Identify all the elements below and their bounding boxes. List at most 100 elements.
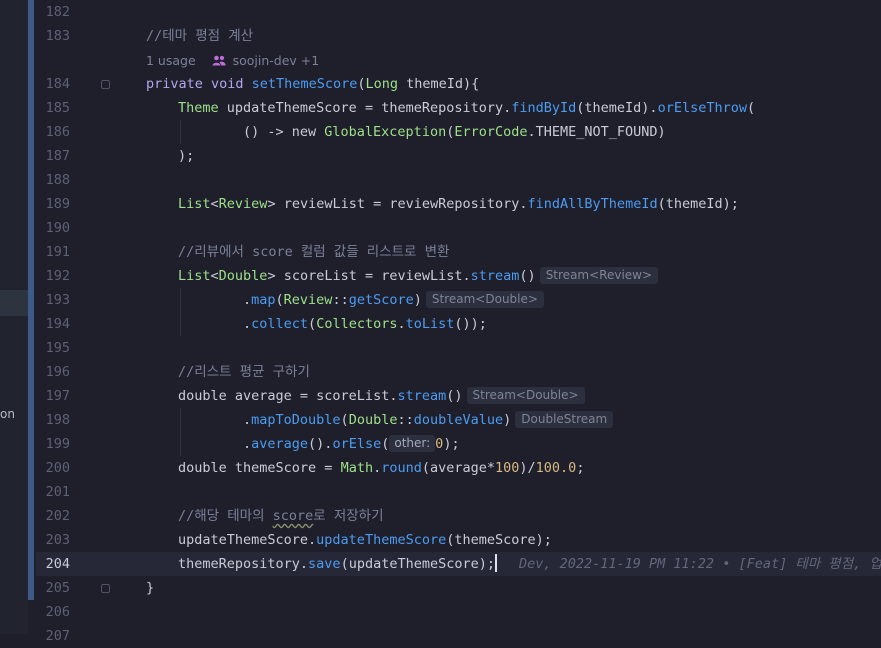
code-comment-line[interactable]: //리스트 평균 구하기 [178,360,310,384]
code-token: . [243,412,252,428]
code-line[interactable]: } [146,576,154,600]
code-token: > reviewList = reviewRepository. [267,196,528,212]
code-token: (themeId). [576,100,658,116]
code-comment-line[interactable]: //리뷰에서 score 컬럼 값들 리스트로 변환 [178,240,449,264]
code-token: .THEME_NOT_FOUND) [527,124,666,140]
usage-hint[interactable]: 1 usage soojin-dev +1 [146,50,319,72]
line-number: 186 [45,124,70,140]
code-token: () [446,388,463,404]
usage-count[interactable]: 1 usage [146,53,196,68]
line-number: 182 [45,4,70,20]
line-number: 199 [45,436,70,452]
code-line[interactable]: List<Double> scoreList = reviewList.stre… [178,264,659,288]
type-hint: DoubleStream [515,411,614,428]
code-token: map [251,292,276,308]
project-panel: on [0,0,34,634]
code-token: 100 [495,460,520,476]
code-token: :: [332,292,349,308]
line-number: 192 [45,268,70,284]
code-token: orElseThrow [657,100,747,116]
code-token: . [373,460,382,476]
code-token: findAllByThemeId [527,196,658,212]
code-line[interactable]: Theme updateThemeScore = themeRepository… [178,96,755,120]
code-token: :: [397,412,414,428]
code-token: (themeId); [657,196,739,212]
code-token: double average = scoreList. [178,388,398,404]
code-token: ( [340,412,349,428]
code-line[interactable]: double average = scoreList.stream() Strea… [178,384,585,408]
code-token: . [243,316,252,332]
code-line[interactable]: () -> new GlobalException(ErrorCode.THEM… [243,120,666,144]
code-line[interactable]: .mapToDouble(Double::doubleValue) DoubleS… [243,408,614,432]
code-line[interactable]: ); [178,144,194,168]
code-token: setThemeScore [251,76,358,92]
code-token: ( [381,436,390,452]
code-token: double themeScore = [178,460,341,476]
code-token: updateThemeScore. [178,532,317,548]
code-token: toList [405,316,455,332]
code-token: List [178,196,211,212]
code-token: () [519,268,536,284]
code-token: average [251,436,309,452]
code-token: ( [275,292,284,308]
fold-toggle-icon[interactable] [101,80,110,89]
code-token: ); [443,436,460,452]
code-line[interactable]: .average().orElse(other: 0); [243,432,460,456]
code-comment-line[interactable]: //해당 테마의 score로 저장하기 [178,504,384,528]
code-comment-line[interactable]: //테마 평점 계산 [146,24,253,48]
git-blame-annotation[interactable]: Dev, 2022-11-19 PM 11:22 • [Feat] 테마 평점,… [519,556,881,572]
fold-toggle-icon[interactable] [101,584,110,593]
code-token: //해당 테마의 [178,508,273,524]
line-number: 205 [45,580,70,596]
code-token: > scoreList = reviewList. [267,268,471,284]
line-number: 191 [45,244,70,260]
code-line[interactable]: List<Review> reviewList = reviewReposito… [178,192,739,216]
line-number: 200 [45,460,70,476]
typo-squiggle[interactable]: score [273,508,314,524]
code-token: ( [746,100,756,116]
text-caret [495,554,497,572]
line-number: 206 [45,604,70,620]
line-number: 195 [45,340,70,356]
code-token: () -> new [243,124,325,140]
code-token: ) [413,292,422,308]
code-token: stream [397,388,447,404]
line-number: 198 [45,412,70,428]
project-item-fragment[interactable]: on [0,407,15,421]
code-token: ()); [454,316,487,332]
line-number: 189 [45,196,70,212]
line-number: 197 [45,388,70,404]
code-token: Collectors [316,316,398,332]
code-token: collect [251,316,309,332]
panel-scrollbar[interactable] [28,0,34,600]
code-token: round [381,460,422,476]
project-selected-row[interactable] [0,290,28,316]
line-number: 184 [45,76,70,92]
code-token: Double [348,412,398,428]
code-line[interactable]: private void setThemeScore(Long themeId)… [146,72,479,96]
code-token: . [397,316,406,332]
code-token: )/ [519,460,536,476]
code-line[interactable]: updateThemeScore.updateThemeScore(themeS… [178,528,552,552]
code-token: ErrorCode [454,124,528,140]
type-hint: Stream<Double> [466,387,585,404]
type-hint: Stream<Review> [539,267,659,284]
code-token: updateThemeScore = themeRepository. [218,100,512,116]
code-line[interactable]: .map(Review::getScore) Stream<Double> [243,288,544,312]
users-icon [212,51,226,73]
parameter-hint: other: [389,435,436,452]
code-token: updateThemeScore [316,532,447,548]
line-number: 203 [45,532,70,548]
code-line-current[interactable]: themeRepository.save(updateThemeScore); D… [178,552,881,576]
code-token: < [210,268,219,284]
indent-guide [180,288,181,336]
code-line[interactable]: double themeScore = Math.round(average*1… [178,456,584,480]
line-number: 193 [45,292,70,308]
code-token: Theme [178,100,219,116]
code-token: stream [470,268,520,284]
code-token: Review [218,196,268,212]
code-line[interactable]: .collect(Collectors.toList()); [243,312,487,336]
line-number: 201 [45,484,70,500]
line-number: 196 [45,364,70,380]
usage-author[interactable]: soojin-dev +1 [233,53,320,68]
